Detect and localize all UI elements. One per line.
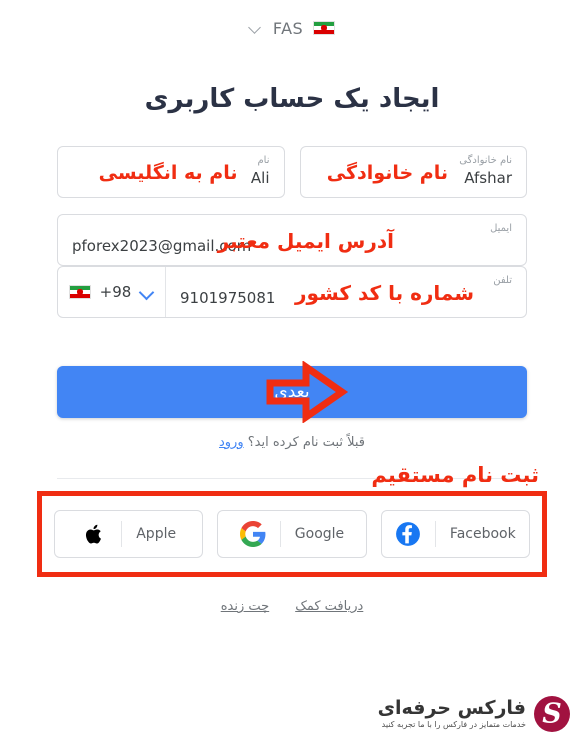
email-label: ایمیل [490, 223, 512, 234]
section-divider [57, 478, 527, 479]
watermark-title: فارکس حرفه‌ای [377, 697, 526, 719]
social-annotation: ثبت نام مستقیم [371, 463, 539, 487]
google-label: Google [294, 526, 345, 542]
login-link[interactable]: ورود [219, 435, 244, 450]
chevron-down-icon [249, 21, 263, 35]
facebook-signin-button[interactable]: Facebook [380, 510, 530, 558]
first-name-label: نام [257, 155, 270, 166]
site-watermark: فارکس حرفه‌ای خدمات متمایز در فارکس را ب… [378, 696, 570, 732]
email-field[interactable]: ایمیل pforex2023@gmail.com آدرس ایمیل مع… [57, 214, 527, 266]
arrow-right-annotation-icon [266, 361, 349, 423]
apple-signin-button[interactable]: Apple [54, 510, 204, 558]
facebook-label: Facebook [449, 526, 516, 542]
login-prompt: قبلاً ثبت نام کرده اید؟ ورود [0, 435, 584, 450]
name-row: نام خانوادگی Afshar نام خانوادگی نام Ali… [57, 146, 527, 198]
first-name-value: Ali [250, 169, 270, 187]
language-code: FAS [272, 18, 304, 38]
login-prompt-text: قبلاً ثبت نام کرده اید؟ [243, 435, 366, 450]
social-buttons-row: Apple Google Facebook [54, 510, 530, 558]
next-button[interactable]: بعدی [57, 361, 527, 423]
phone-value: 9101975081 [180, 289, 276, 307]
social-separator [434, 521, 436, 547]
facebook-icon [396, 522, 420, 546]
footer-links: دریافت کمک چت زنده [0, 599, 584, 614]
country-code-value: +98 [99, 283, 132, 301]
google-signin-button[interactable]: Google [217, 510, 367, 558]
pforex-logo-icon [534, 696, 570, 732]
apple-label: Apple [136, 526, 177, 542]
iran-flag-icon [68, 285, 91, 299]
language-selector[interactable]: FAS [0, 0, 584, 56]
phone-label: تلفن [493, 275, 512, 286]
google-icon [239, 521, 266, 547]
social-signup-highlight-box: Apple Google Facebook [37, 491, 547, 577]
last-name-value: Afshar [464, 169, 512, 187]
social-separator [279, 521, 281, 547]
page-title: ایجاد یک حساب کاربری [144, 84, 440, 114]
email-value: pforex2023@gmail.com [72, 237, 252, 255]
apple-icon [86, 524, 102, 544]
country-code-select[interactable]: +98 [58, 267, 166, 317]
registration-form: نام خانوادگی Afshar نام خانوادگی نام Ali… [57, 114, 527, 318]
last-name-field[interactable]: نام خانوادگی Afshar نام خانوادگی [299, 146, 527, 198]
phone-row: +98 تلفن 9101975081 شماره با کد کشور [57, 266, 527, 318]
watermark-subtitle: خدمات متمایز در فارکس را با ما تجربه کنی… [381, 720, 526, 729]
social-separator [121, 521, 123, 547]
phone-number-field[interactable]: تلفن 9101975081 شماره با کد کشور [166, 267, 526, 317]
last-name-label: نام خانوادگی [459, 155, 512, 166]
chevron-down-icon [140, 285, 154, 299]
iran-flag-icon [313, 21, 336, 35]
live-chat-link[interactable]: چت زنده [221, 599, 269, 614]
first-name-field[interactable]: نام Ali نام به انگلیسی [57, 146, 285, 198]
get-help-link[interactable]: دریافت کمک [295, 599, 363, 614]
